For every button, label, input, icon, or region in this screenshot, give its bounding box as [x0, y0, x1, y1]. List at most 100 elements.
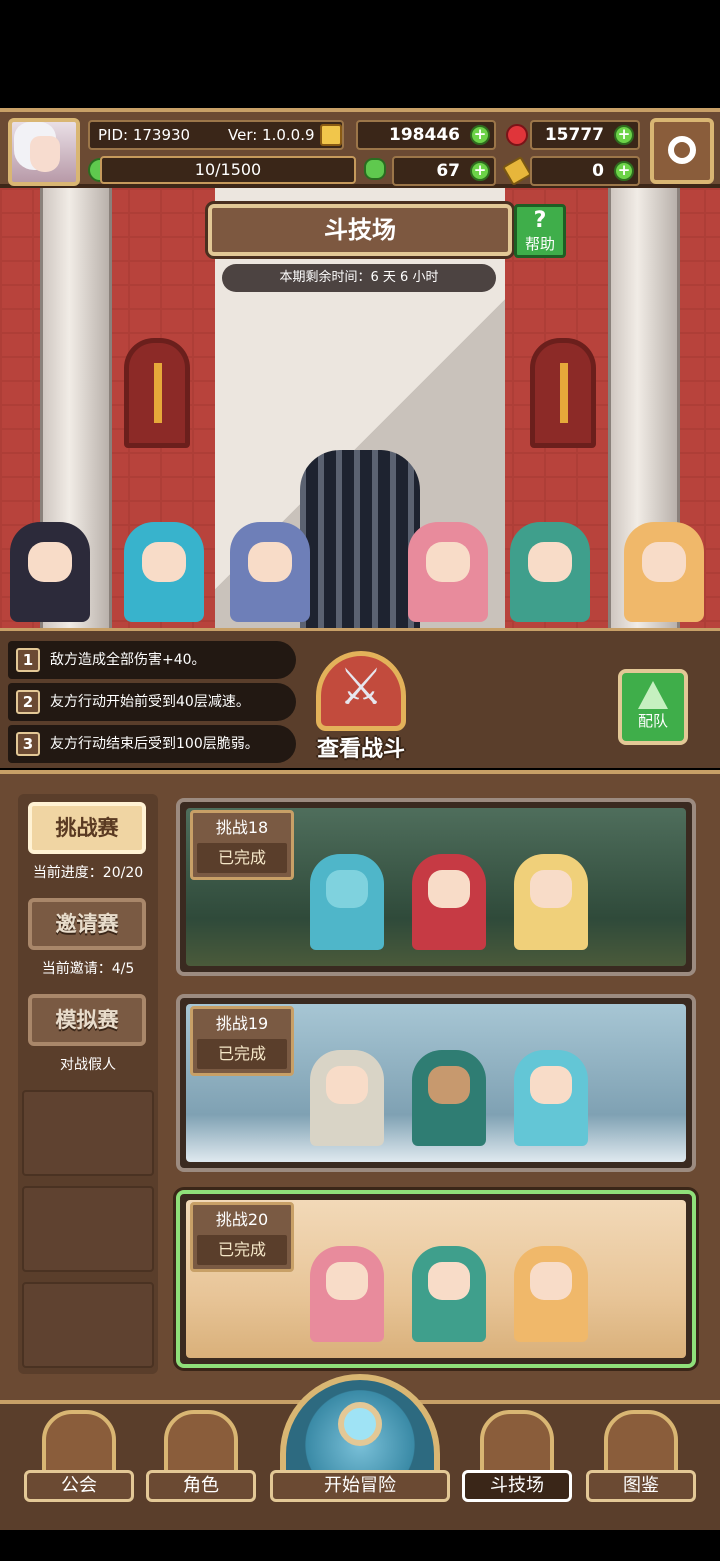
enemy-unit: [514, 1050, 588, 1146]
challenge-name: 挑战18: [215, 818, 269, 837]
challenge-tag: 挑战20 已完成: [190, 1202, 294, 1272]
empty-mode-slot: [22, 1186, 154, 1272]
bottom-nav: 公会 角色 开始冒险 斗技场 图鉴: [0, 1374, 720, 1530]
rule-number: 2: [16, 690, 40, 714]
challenge-status: 已完成: [197, 1039, 287, 1069]
sword-ornament: [154, 363, 162, 423]
nav-codex[interactable]: 图鉴: [586, 1410, 696, 1526]
hero-witch: [10, 522, 90, 622]
team-icon: [638, 681, 668, 709]
challenge-card-selected[interactable]: 挑战20 已完成: [176, 1190, 696, 1368]
player-id: PID: 173930: [98, 126, 191, 144]
challenge-card[interactable]: 挑战18 已完成: [176, 798, 696, 976]
add-clover-button[interactable]: +: [470, 161, 490, 181]
help-button[interactable]: ? 帮助: [514, 204, 566, 258]
team-setup-button[interactable]: 配队: [618, 669, 688, 745]
team-label: 配队: [637, 712, 668, 730]
arena-rules-strip: 1 敌方造成全部伤害+40。 2 友方行动开始前受到40层减速。 3 友方行动结…: [0, 628, 720, 768]
challenge-panel: 挑战赛 当前进度：20/20 邀请赛 当前邀请：4/5 模拟赛 对战假人 挑战1…: [0, 770, 720, 1400]
nav-codex-label: 图鉴: [586, 1470, 696, 1502]
crossed-swords-icon: [480, 1410, 554, 1476]
resource-bar: PID: 173930 Ver: 1.0.0.9 10/1500 198446 …: [0, 108, 720, 188]
sword-ornament: [560, 363, 568, 423]
character-icon: [164, 1410, 238, 1476]
key-icon: [501, 155, 533, 187]
add-key-button[interactable]: +: [614, 161, 634, 181]
invite-progress: 当前邀请：4/5: [41, 961, 135, 977]
guild-hall-icon: [42, 1410, 116, 1476]
hero-mushroom: [124, 522, 204, 622]
challenge-name: 挑战20: [215, 1210, 269, 1229]
rule-item: 3 友方行动结束后受到100层脆弱。: [8, 725, 296, 763]
avatar-portrait: [30, 136, 60, 172]
gear-icon: [668, 136, 696, 164]
rule-number: 1: [16, 648, 40, 672]
hero-bunny: [510, 522, 590, 622]
mode-challenge-button[interactable]: 挑战赛: [28, 802, 146, 854]
magnifier-icon: [338, 1402, 382, 1446]
nav-guild-label: 公会: [24, 1470, 134, 1502]
challenge-tag: 挑战19 已完成: [190, 1006, 294, 1076]
enemy-unit: [310, 1246, 384, 1342]
rule-item: 1 敌方造成全部伤害+40。: [8, 641, 296, 679]
challenge-card[interactable]: 挑战19 已完成: [176, 994, 696, 1172]
gem-amount: 15777: [544, 125, 604, 145]
crossed-swords-icon: ⚔: [338, 658, 384, 716]
empty-mode-slot: [22, 1090, 154, 1176]
key-amount: 0: [592, 161, 604, 181]
rule-number: 3: [16, 732, 40, 756]
nav-characters[interactable]: 角色: [146, 1410, 256, 1526]
nav-guild[interactable]: 公会: [24, 1410, 134, 1526]
enemy-unit: [412, 1050, 486, 1146]
book-icon: [604, 1410, 678, 1476]
hero-lancer: [230, 522, 310, 622]
season-timer: 本期剩余时间：6 天 6 小时: [222, 264, 496, 292]
key-counter: 0 +: [530, 156, 640, 186]
gold-counter: 198446 +: [356, 120, 496, 150]
stamina-counter: 10/1500: [100, 156, 356, 184]
ruby-icon: [506, 124, 528, 146]
player-avatar[interactable]: [8, 118, 80, 186]
clover-icon: [364, 158, 386, 180]
player-info: PID: 173930 Ver: 1.0.0.9: [88, 120, 344, 150]
settings-button[interactable]: [650, 118, 714, 184]
mode-column: 挑战赛 当前进度：20/20 邀请赛 当前邀请：4/5 模拟赛 对战假人: [18, 794, 158, 1374]
arena-title: 斗技场: [208, 204, 512, 256]
challenge-progress: 当前进度：20/20: [32, 865, 144, 881]
mode-invite-button[interactable]: 邀请赛: [28, 898, 146, 950]
add-gold-button[interactable]: +: [470, 125, 490, 145]
enemy-unit: [514, 1246, 588, 1342]
help-label: 帮助: [524, 235, 555, 253]
window-right: [530, 338, 596, 448]
clover-amount: 67: [436, 161, 460, 181]
nav-adventure[interactable]: 开始冒险: [270, 1374, 450, 1534]
rule-item: 2 友方行动开始前受到40层减速。: [8, 683, 296, 721]
nav-characters-label: 角色: [146, 1470, 256, 1502]
gem-counter: 15777 +: [530, 120, 640, 150]
hero-axe-horned: [408, 522, 488, 622]
gold-amount: 198446: [389, 125, 460, 145]
enemy-unit: [514, 854, 588, 950]
challenge-name: 挑战19: [215, 1014, 269, 1033]
simulation-desc: 对战假人: [60, 1057, 116, 1073]
question-icon: ?: [533, 208, 547, 233]
window-left: [124, 338, 190, 448]
enemy-unit: [412, 854, 486, 950]
rule-text: 敌方造成全部伤害+40。: [50, 652, 206, 668]
game-version: Ver: 1.0.0.9: [228, 126, 315, 144]
view-battle-label: 查看战斗: [316, 737, 405, 762]
enemy-unit: [310, 1050, 384, 1146]
enemy-unit: [412, 1246, 486, 1342]
rule-text: 友方行动结束后受到100层脆弱。: [50, 736, 259, 752]
add-gem-button[interactable]: +: [614, 125, 634, 145]
challenge-tag: 挑战18 已完成: [190, 810, 294, 880]
nav-arena-label: 斗技场: [462, 1470, 572, 1502]
enemy-unit: [310, 854, 384, 950]
mode-simulation-button[interactable]: 模拟赛: [28, 994, 146, 1046]
challenge-status: 已完成: [197, 1235, 287, 1265]
challenge-status: 已完成: [197, 843, 287, 873]
coin-icon: [320, 124, 342, 146]
view-battle-button[interactable]: ⚔ 查看战斗: [296, 651, 426, 763]
nav-arena[interactable]: 斗技场: [462, 1410, 572, 1526]
empty-mode-slot: [22, 1282, 154, 1368]
